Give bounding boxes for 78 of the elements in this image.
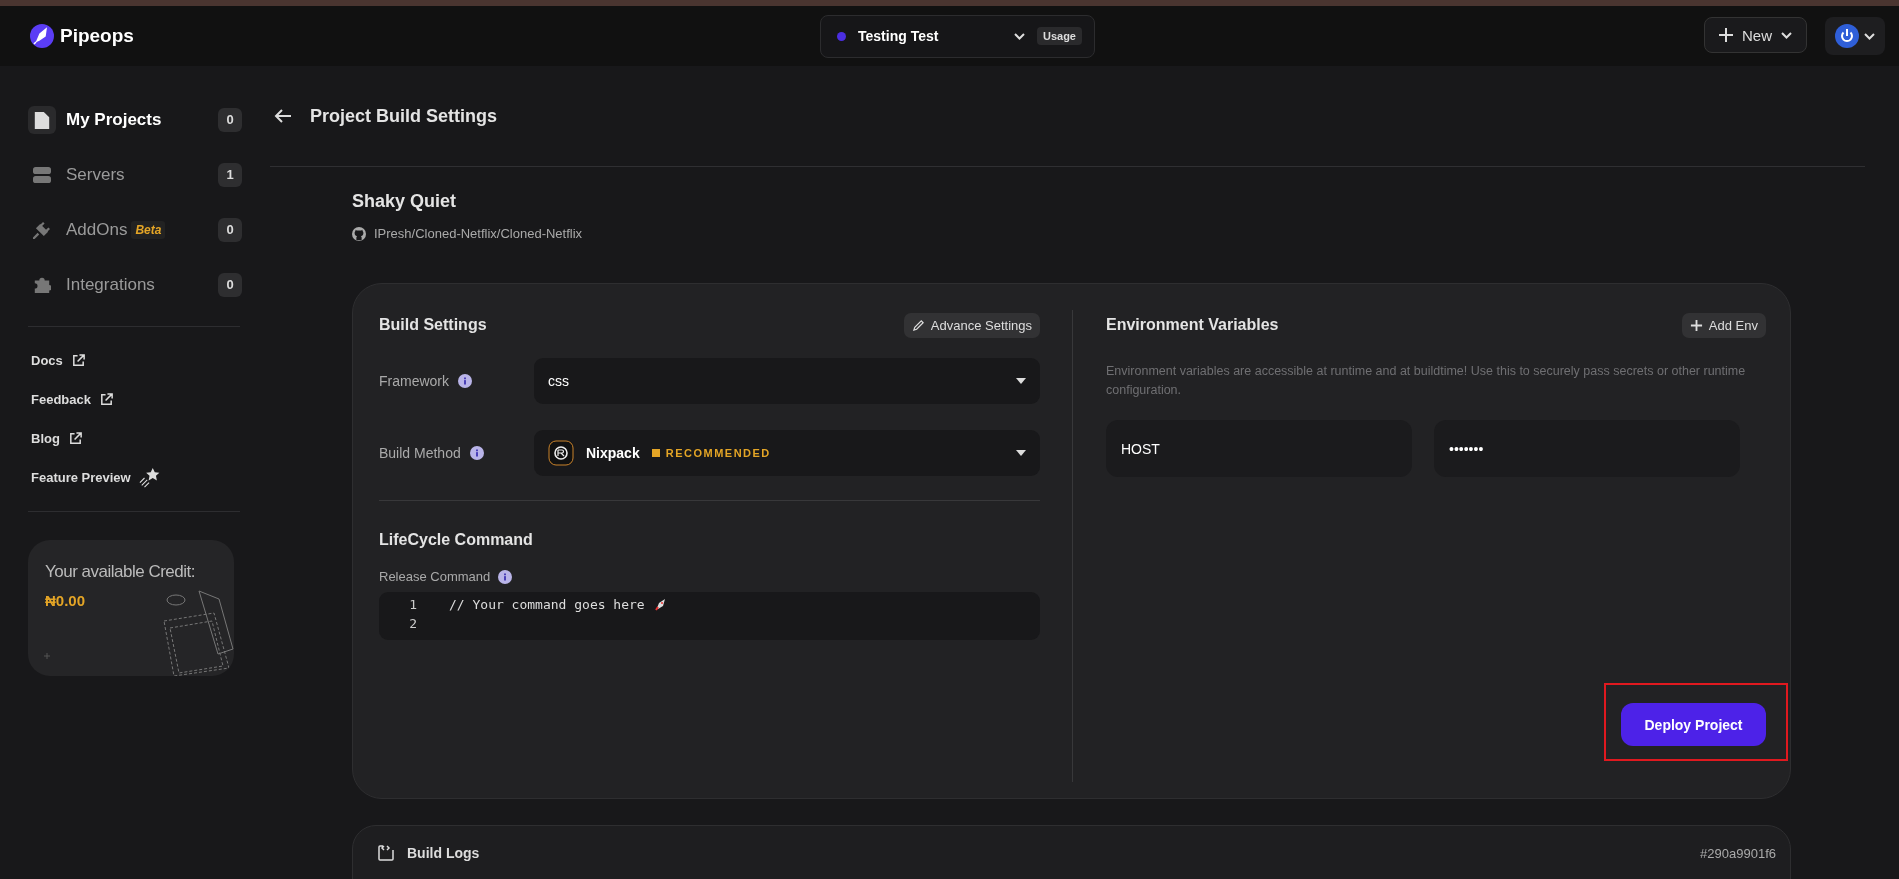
credit-label: Your available Credit: <box>45 562 195 582</box>
count-badge: 0 <box>218 272 242 297</box>
sidebar-label: My Projects <box>66 109 162 130</box>
back-arrow-icon[interactable] <box>274 107 292 125</box>
count-badge: 1 <box>218 162 242 187</box>
line-number: 1 <box>408 597 417 612</box>
description-text: Environment variables are accessible at runtime and at buildtime! Use this to securely pass secrets or other runtime configuration. <box>1106 363 1747 399</box>
section-title: Build Settings <box>379 316 487 334</box>
plus-icon <box>1689 318 1703 332</box>
sidebar-item[interactable]: Servers 1 <box>28 147 268 202</box>
plug-icon <box>33 220 51 239</box>
sidebar-label: AddOns <box>66 219 128 240</box>
file-icon <box>33 110 51 129</box>
sidebar-link[interactable]: Feature Preview <box>31 470 131 485</box>
caret-icon <box>1016 450 1026 456</box>
project-name: Testing Test <box>858 28 940 44</box>
commit-hash: #290a9901f6 <box>1700 846 1776 861</box>
tag-square-icon <box>651 449 660 457</box>
line-number: 2 <box>408 616 417 631</box>
plus-icon <box>1719 28 1733 42</box>
nixpack-logo-icon <box>548 440 574 466</box>
code-line: // Your command goes here <box>449 597 645 612</box>
field-label: Framework <box>379 373 449 389</box>
env-key-field[interactable]: HOST <box>1106 420 1412 477</box>
credit-amount: ₦0.00 <box>45 592 86 609</box>
section-title: Environment Variables <box>1106 316 1279 334</box>
framework-select[interactable]: css <box>534 358 1040 404</box>
build-method-select[interactable]: Nixpack RECOMMENDED <box>534 430 1040 476</box>
beta-tag: Beta <box>131 220 166 239</box>
new-button[interactable]: New <box>1704 17 1807 53</box>
env-value-field[interactable]: ••••••• <box>1434 420 1740 477</box>
project-name: Shaky Quiet <box>352 191 458 212</box>
advance-settings-button[interactable]: Advance Settings <box>903 312 1040 338</box>
usage-button[interactable]: Usage <box>1036 27 1082 45</box>
project-switcher[interactable]: Testing Test Usage <box>820 14 1095 58</box>
status-dot <box>837 31 846 41</box>
sidebar-label: Integrations <box>66 274 155 295</box>
recommended-tag: RECOMMENDED <box>665 447 771 459</box>
sidebar-item[interactable]: AddOns Beta 0 <box>28 202 268 257</box>
account-menu-button[interactable] <box>1825 17 1885 55</box>
deploy-button[interactable]: Deploy Project <box>1621 703 1766 746</box>
caret-icon <box>1016 378 1026 384</box>
rocket-icon <box>652 597 667 612</box>
chevron-down-icon <box>1013 32 1025 40</box>
external-link-icon <box>99 392 114 407</box>
sidebar-label: Servers <box>66 164 125 185</box>
sidebar-link[interactable]: Docs <box>31 353 63 368</box>
info-icon[interactable] <box>458 374 472 388</box>
page-title: Project Build Settings <box>310 105 498 127</box>
field-label: Build Method <box>379 445 461 461</box>
sidebar-item[interactable]: Integrations 0 <box>28 257 268 312</box>
info-icon[interactable] <box>498 569 513 584</box>
sidebar-link[interactable]: Feedback <box>31 392 91 407</box>
build-method-value: Nixpack <box>586 445 640 461</box>
code-editor[interactable]: 1 // Your command goes here 2 <box>379 592 1040 640</box>
field-label: Release Command <box>379 569 491 584</box>
github-icon <box>352 226 366 241</box>
shooting-star-icon <box>138 466 161 489</box>
pencil-icon <box>911 318 925 332</box>
section-title: LifeCycle Command <box>379 531 534 549</box>
count-badge: 0 <box>218 107 242 132</box>
sidebar-link[interactable]: Blog <box>31 431 60 446</box>
external-link-icon <box>67 431 83 446</box>
code-bracket-icon <box>377 844 395 862</box>
add-env-button[interactable]: Add Env <box>1681 312 1766 338</box>
brand-name: Pipeops <box>60 25 134 47</box>
chevron-down-icon <box>1781 31 1792 39</box>
sparkle-icon <box>44 653 50 659</box>
chevron-down-icon <box>1864 32 1875 40</box>
server-icon <box>33 165 51 184</box>
external-link-icon <box>70 353 86 368</box>
info-icon[interactable] <box>469 446 484 460</box>
build-logs-title: Build Logs <box>407 845 480 861</box>
sidebar-item[interactable]: My Projects 0 <box>28 92 268 147</box>
count-badge: 0 <box>218 217 242 242</box>
power-avatar-icon <box>1835 24 1859 48</box>
puzzle-icon <box>33 275 51 294</box>
repository-path: IPresh/Cloned-Netflix/Cloned-Netflix <box>374 226 583 241</box>
